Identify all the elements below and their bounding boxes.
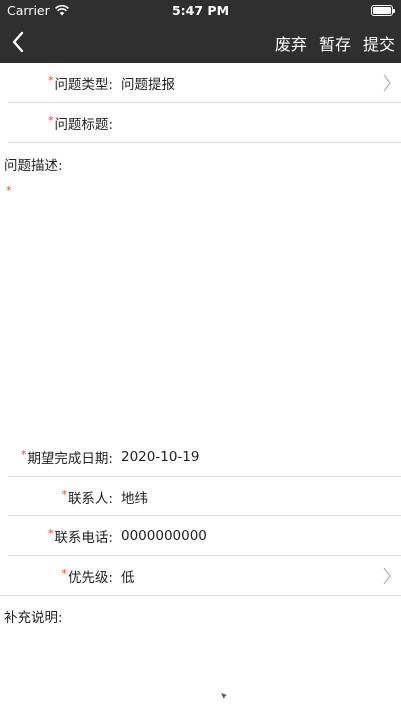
supplement-textarea[interactable] <box>0 628 401 706</box>
separator <box>0 595 401 596</box>
priority-label: *优先级: <box>61 566 113 586</box>
problem-title-input[interactable] <box>121 108 401 138</box>
required-mark: * <box>61 566 67 580</box>
chevron-left-icon <box>12 31 24 53</box>
chevron-right-icon <box>383 567 391 585</box>
contact-phone-label: *联系电话: <box>47 526 113 546</box>
status-bar: Carrier 5:47 PM <box>0 0 401 22</box>
problem-type-value: 问题提报 <box>121 76 175 93</box>
contact-input[interactable]: 地纬 <box>121 487 148 507</box>
required-mark: * <box>61 487 67 501</box>
problem-description-label: 问题描述: <box>4 158 63 174</box>
nav-actions: 废弃 暂存 提交 <box>275 22 395 63</box>
contact-phone-input[interactable]: 0000000000 <box>121 528 207 544</box>
discard-button[interactable]: 废弃 <box>275 31 307 55</box>
priority-row[interactable]: *优先级: 低 <box>0 556 401 595</box>
submit-button[interactable]: 提交 <box>363 31 395 55</box>
navigation-bar: 废弃 暂存 提交 <box>0 22 401 63</box>
expected-date-label: *期望完成日期: <box>20 447 113 467</box>
problem-description-textarea[interactable] <box>0 176 401 436</box>
contact-label: *联系人: <box>61 487 113 507</box>
expected-date-row[interactable]: *期望完成日期: 2020-10-19 <box>0 437 401 476</box>
problem-title-label: *问题标题: <box>47 113 113 133</box>
problem-type-label: *问题类型: <box>47 73 113 93</box>
chevron-right-icon <box>383 74 391 92</box>
required-mark: * <box>47 526 54 540</box>
supplement-label: 补充说明: <box>4 610 63 626</box>
problem-title-row: *问题标题: <box>0 103 401 142</box>
expected-date-value: 2020-10-19 <box>121 448 200 465</box>
cursor-icon <box>221 693 227 699</box>
required-mark: * <box>47 73 54 87</box>
status-time: 5:47 PM <box>171 3 230 18</box>
contact-row: *联系人: 地纬 <box>0 477 401 516</box>
required-mark: * <box>20 447 27 461</box>
battery-icon <box>371 5 395 16</box>
contact-phone-row: *联系电话: 0000000000 <box>0 516 401 555</box>
problem-type-row[interactable]: *问题类型: 问题提报 <box>0 63 401 102</box>
separator <box>8 142 401 143</box>
required-mark: * <box>47 113 54 127</box>
priority-value: 低 <box>121 569 135 586</box>
back-button[interactable] <box>6 29 30 55</box>
save-draft-button[interactable]: 暂存 <box>319 31 351 55</box>
